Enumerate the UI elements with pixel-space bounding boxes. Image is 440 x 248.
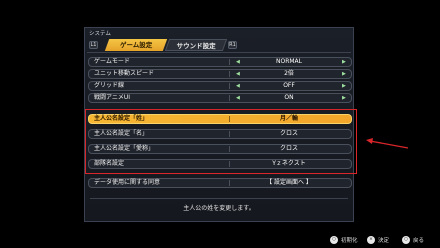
arrow-right-icon[interactable]: ▶ [342, 94, 346, 102]
description-text: 主人公の姓を変更します。 [183, 205, 255, 212]
tab-game-settings[interactable]: ゲーム設定 [104, 39, 168, 51]
annotation-arrow-icon [366, 138, 409, 149]
circle-button-icon: ○ [330, 236, 338, 244]
footer-hint-back[interactable]: ○ 戻る [402, 236, 424, 244]
setting-row-data-consent[interactable]: データ使用に関する同意 【 設定画面へ 】 [88, 178, 352, 188]
panel-title: システム [89, 31, 111, 37]
arrow-right-icon[interactable]: ▶ [342, 58, 346, 66]
setting-row-battle-anim-ui[interactable]: 戦闘アニメUI ◀ ON ▶ [88, 93, 352, 103]
circle-button-icon: ○ [402, 236, 410, 244]
cross-button-icon: × [367, 236, 375, 244]
setting-row-game-mode[interactable]: ゲームモード ◀ NORMAL ▶ [88, 57, 352, 67]
annotation-highlight-box [85, 109, 357, 174]
arrow-right-icon[interactable]: ▶ [342, 82, 346, 90]
arrow-right-icon[interactable]: ▶ [342, 70, 346, 78]
tab-divider [87, 52, 351, 53]
footer-hint-reset[interactable]: ○ 初期化 [330, 236, 358, 244]
tab-sound-settings[interactable]: サウンド設定 [164, 39, 228, 51]
footer-hint-confirm[interactable]: × 決定 [367, 236, 389, 244]
setting-row-unit-speed[interactable]: ユニット移動スピード ◀ 2倍 ▶ [88, 69, 352, 79]
setting-row-grid-lines[interactable]: グリッド線 ◀ OFF ▶ [88, 81, 352, 91]
description-divider [90, 198, 348, 199]
tab-bar: L1 ゲーム設定 サウンド設定 R1 [85, 39, 355, 51]
l1-bumper-icon[interactable]: L1 [89, 41, 98, 49]
r1-bumper-icon[interactable]: R1 [228, 41, 237, 49]
